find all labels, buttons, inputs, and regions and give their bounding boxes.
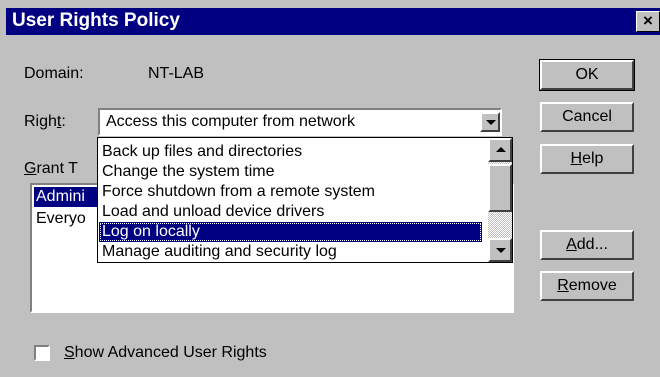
right-combobox[interactable]: Access this computer from network: [98, 108, 502, 136]
right-combobox-dropdown-button[interactable]: [480, 112, 500, 132]
scroll-down-button[interactable]: [488, 238, 512, 262]
domain-value: NT-LAB: [148, 65, 205, 82]
chevron-up-icon: [496, 147, 506, 152]
dropdown-item[interactable]: Force shutdown from a remote system: [99, 182, 482, 202]
user-rights-policy-dialog: User Rights Policy × Domain: NT-LAB Righ…: [0, 0, 660, 377]
cancel-button[interactable]: Cancel: [540, 102, 634, 132]
add-button[interactable]: Add...: [540, 230, 634, 260]
domain-label: Domain:: [24, 65, 84, 82]
chevron-down-icon: [496, 248, 506, 253]
dropdown-scrollbar[interactable]: [488, 138, 512, 262]
help-button[interactable]: Help: [540, 144, 634, 174]
show-advanced-checkbox[interactable]: [34, 345, 50, 361]
right-combobox-value: Access this computer from network: [106, 113, 355, 130]
rights-dropdown-list[interactable]: Back up files and directories Change the…: [97, 137, 513, 263]
dropdown-item-selected[interactable]: Log on locally: [99, 222, 482, 242]
chevron-down-icon: [486, 120, 496, 125]
right-label: Right:: [24, 113, 66, 130]
window-title: User Rights Policy: [12, 10, 180, 31]
dropdown-item[interactable]: Back up files and directories: [99, 142, 482, 162]
dropdown-item[interactable]: Manage auditing and security log: [99, 242, 482, 262]
grant-list-item-everyone[interactable]: Everyo: [36, 209, 86, 229]
close-button[interactable]: ×: [636, 11, 660, 32]
show-advanced-label[interactable]: Show Advanced User Rights: [64, 344, 267, 362]
title-bar[interactable]: User Rights Policy ×: [6, 8, 660, 35]
grant-to-label: Grant T: [24, 160, 78, 177]
scrollbar-thumb[interactable]: [488, 164, 512, 212]
dropdown-item[interactable]: Load and unload device drivers: [99, 202, 482, 222]
scroll-up-button[interactable]: [488, 138, 512, 162]
remove-button[interactable]: Remove: [540, 271, 634, 301]
close-icon: ×: [643, 11, 653, 30]
ok-button[interactable]: OK: [539, 59, 635, 91]
dropdown-item[interactable]: Change the system time: [99, 162, 482, 182]
